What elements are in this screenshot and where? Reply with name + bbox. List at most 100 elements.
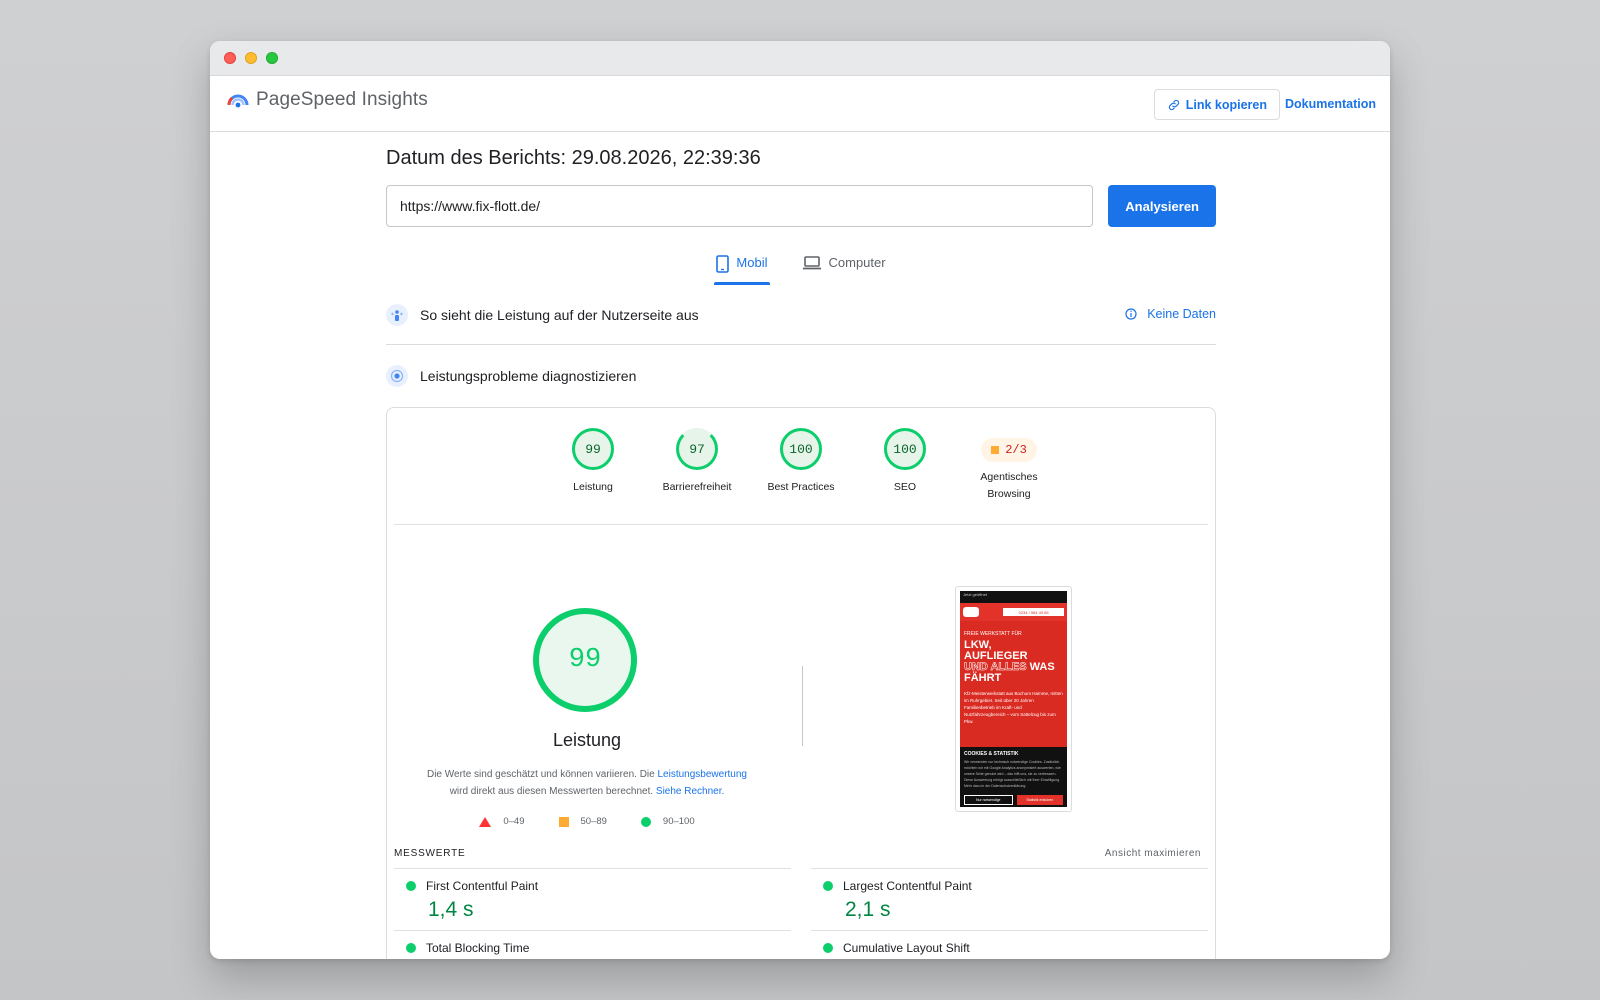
metric-fcp-value: 1,4 s xyxy=(428,898,474,921)
gauge-circle: 100 xyxy=(884,428,926,470)
gauge-circle: 99 xyxy=(572,428,614,470)
gauge-label: Barrierefreiheit xyxy=(662,481,732,493)
legend-fail: 0–49 xyxy=(479,816,525,827)
gauge-best-practices[interactable]: 100 Best Practices xyxy=(749,428,853,524)
copy-link-label: Link kopieren xyxy=(1185,97,1267,112)
agentic-score-pill: 2/3 xyxy=(981,438,1037,462)
site-logo-icon xyxy=(963,607,979,617)
lab-icon xyxy=(386,365,408,387)
report-date: Datum des Berichts: 29.08.2026, 22:39:36 xyxy=(386,147,761,169)
gauge-circle: 97 xyxy=(676,428,718,470)
pass-circle-icon xyxy=(406,943,416,953)
metrics-title: MESSWERTE xyxy=(394,848,466,859)
metric-name: Total Blocking Time xyxy=(406,941,791,955)
agentic-label-line2: Browsing xyxy=(987,488,1031,500)
desc-text-1: Die Werte sind geschätzt und können vari… xyxy=(426,769,655,780)
device-tabs: Mobil Computer xyxy=(386,255,1216,285)
score-weighting-link[interactable]: Leistungsbewertung xyxy=(657,769,747,780)
info-icon xyxy=(1125,308,1137,320)
legend-average: 50–89 xyxy=(558,816,607,827)
performance-title: Leistung xyxy=(552,730,622,750)
screenshot-topbar-text: Jetzt geöffnet xyxy=(963,592,987,597)
field-data-title: So sieht die Leistung auf der Nutzerseit… xyxy=(420,306,699,323)
screenshot-cookie-banner: COOKIES & STATISTIK Wir verwenden nur te… xyxy=(960,747,1067,807)
no-data-link[interactable]: Keine Daten xyxy=(1125,307,1216,321)
metric-fcp: First Contentful Paint 1,4 s xyxy=(394,868,791,930)
gauge-performance[interactable]: 99 Leistung xyxy=(541,428,645,524)
legend-pass: 90–100 xyxy=(640,816,695,827)
screenshot-topbar: Jetzt geöffnet xyxy=(960,591,1067,603)
window-titlebar xyxy=(210,41,1390,76)
screenshot-phone-box: 0234 / 584 49 85 xyxy=(1003,608,1064,616)
vertical-divider xyxy=(802,666,803,746)
expand-view-toggle[interactable]: Ansicht maximieren xyxy=(1105,848,1201,859)
link-icon xyxy=(1168,99,1179,110)
diagnose-title: Leistungsprobleme diagnostizieren xyxy=(420,368,637,384)
diagnose-section: Leistungsprobleme diagnostizieren xyxy=(386,345,1216,407)
pagespeed-logo-icon xyxy=(227,94,249,108)
cookie-text: Wir verwenden nur technisch notwendige C… xyxy=(964,760,1061,788)
gauge-agentic-browsing[interactable]: 2/3 Agentisches Browsing xyxy=(957,428,1061,524)
no-data-label: Keine Daten xyxy=(1147,307,1216,321)
tab-desktop-label: Computer xyxy=(828,255,886,270)
screenshot-screen: Jetzt geöffnet 0234 / 584 49 85 FREIE WE… xyxy=(960,591,1067,807)
screenshot-hero: FREIE WERKSTATT FÜR LKW, AUFLIEGER UND A… xyxy=(960,621,1067,747)
metrics-header: MESSWERTE Ansicht maximieren xyxy=(394,848,1201,859)
cookie-necessary-button: Nur notwendige xyxy=(964,795,1013,805)
laptop-icon xyxy=(802,256,821,270)
average-square-icon xyxy=(991,446,1000,454)
agentic-label-line1: Agentisches xyxy=(980,471,1038,483)
analyze-button[interactable]: Analysieren xyxy=(1108,185,1216,227)
final-screenshot[interactable]: Jetzt geöffnet 0234 / 584 49 85 FREIE WE… xyxy=(955,586,1072,812)
legend-average-range: 50–89 xyxy=(580,816,607,827)
cookie-allow-button: Statistik erlauben xyxy=(1016,795,1063,805)
screenshot-kicker: FREIE WERKSTATT FÜR xyxy=(964,631,1022,637)
metrics-grid: First Contentful Paint 1,4 s Total Block… xyxy=(394,868,1208,959)
metric-fcp-name: First Contentful Paint xyxy=(426,879,539,893)
metric-name: First Contentful Paint xyxy=(406,879,791,893)
performance-big-gauge: 99 xyxy=(533,608,637,712)
legend-fail-range: 0–49 xyxy=(503,816,525,827)
agentic-score: 2/3 xyxy=(1005,443,1027,457)
url-row: https://www.fix-flott.de/ Analysieren xyxy=(386,185,1216,227)
screenshot-headline: LKW, AUFLIEGER UND ALLES WAS FÄHRT xyxy=(964,640,1063,684)
main-content: Datum des Berichts: 29.08.2026, 22:39:36… xyxy=(386,133,1216,959)
close-window-button[interactable] xyxy=(224,52,236,64)
users-icon xyxy=(386,303,408,326)
headline-line3b: WAS xyxy=(1029,661,1055,673)
gauge-seo[interactable]: 100 SEO xyxy=(853,428,957,524)
square-icon xyxy=(558,816,569,827)
tab-mobile[interactable]: Mobil xyxy=(714,255,770,285)
cookie-title: COOKIES & STATISTIK xyxy=(964,751,1019,757)
tab-mobile-label: Mobil xyxy=(736,255,768,270)
smartphone-icon xyxy=(716,255,730,273)
gauge-accessibility[interactable]: 97 Barrierefreiheit xyxy=(645,428,749,524)
cookie-buttons: Nur notwendige Statistik erlauben xyxy=(964,795,1063,805)
calculator-link[interactable]: Siehe Rechner. xyxy=(656,786,724,797)
score-legend: 0–49 50–89 90–100 xyxy=(387,816,787,827)
headline-line4: FÄHRT xyxy=(964,672,1002,684)
metric-lcp: Largest Contentful Paint 2,1 s xyxy=(811,868,1208,930)
copy-link-button[interactable]: Link kopieren xyxy=(1153,89,1280,120)
url-input[interactable]: https://www.fix-flott.de/ xyxy=(386,185,1094,227)
metric-cls-name: Cumulative Layout Shift xyxy=(843,941,970,955)
metric-cls: Cumulative Layout Shift xyxy=(811,930,1208,959)
triangle-icon xyxy=(479,816,492,827)
category-gauges: 99 Leistung 97 Barrierefreiheit 100 Best… xyxy=(394,408,1208,525)
tab-desktop[interactable]: Computer xyxy=(800,255,888,285)
documentation-link[interactable]: Dokumentation xyxy=(1285,97,1376,111)
lab-results-card: 99 Leistung 97 Barrierefreiheit 100 Best… xyxy=(386,407,1216,959)
gauge-label: Best Practices xyxy=(767,481,835,493)
brand[interactable]: PageSpeed Insights xyxy=(226,88,428,112)
metric-name: Largest Contentful Paint xyxy=(823,879,1208,893)
app-title: PageSpeed Insights xyxy=(256,89,428,110)
gauge-circle: 100 xyxy=(780,428,822,470)
minimize-window-button[interactable] xyxy=(245,52,257,64)
gauge-label: SEO xyxy=(893,481,917,493)
gauge-label: Leistung xyxy=(573,481,613,493)
pass-circle-icon xyxy=(406,881,416,891)
maximize-window-button[interactable] xyxy=(266,52,278,64)
browser-window: PageSpeed Insights Link kopieren Dokumen… xyxy=(210,41,1390,959)
desc-text-2: wird direkt aus diesen Messwerten berech… xyxy=(449,786,654,797)
performance-description: Die Werte sind geschätzt und können vari… xyxy=(407,766,767,800)
